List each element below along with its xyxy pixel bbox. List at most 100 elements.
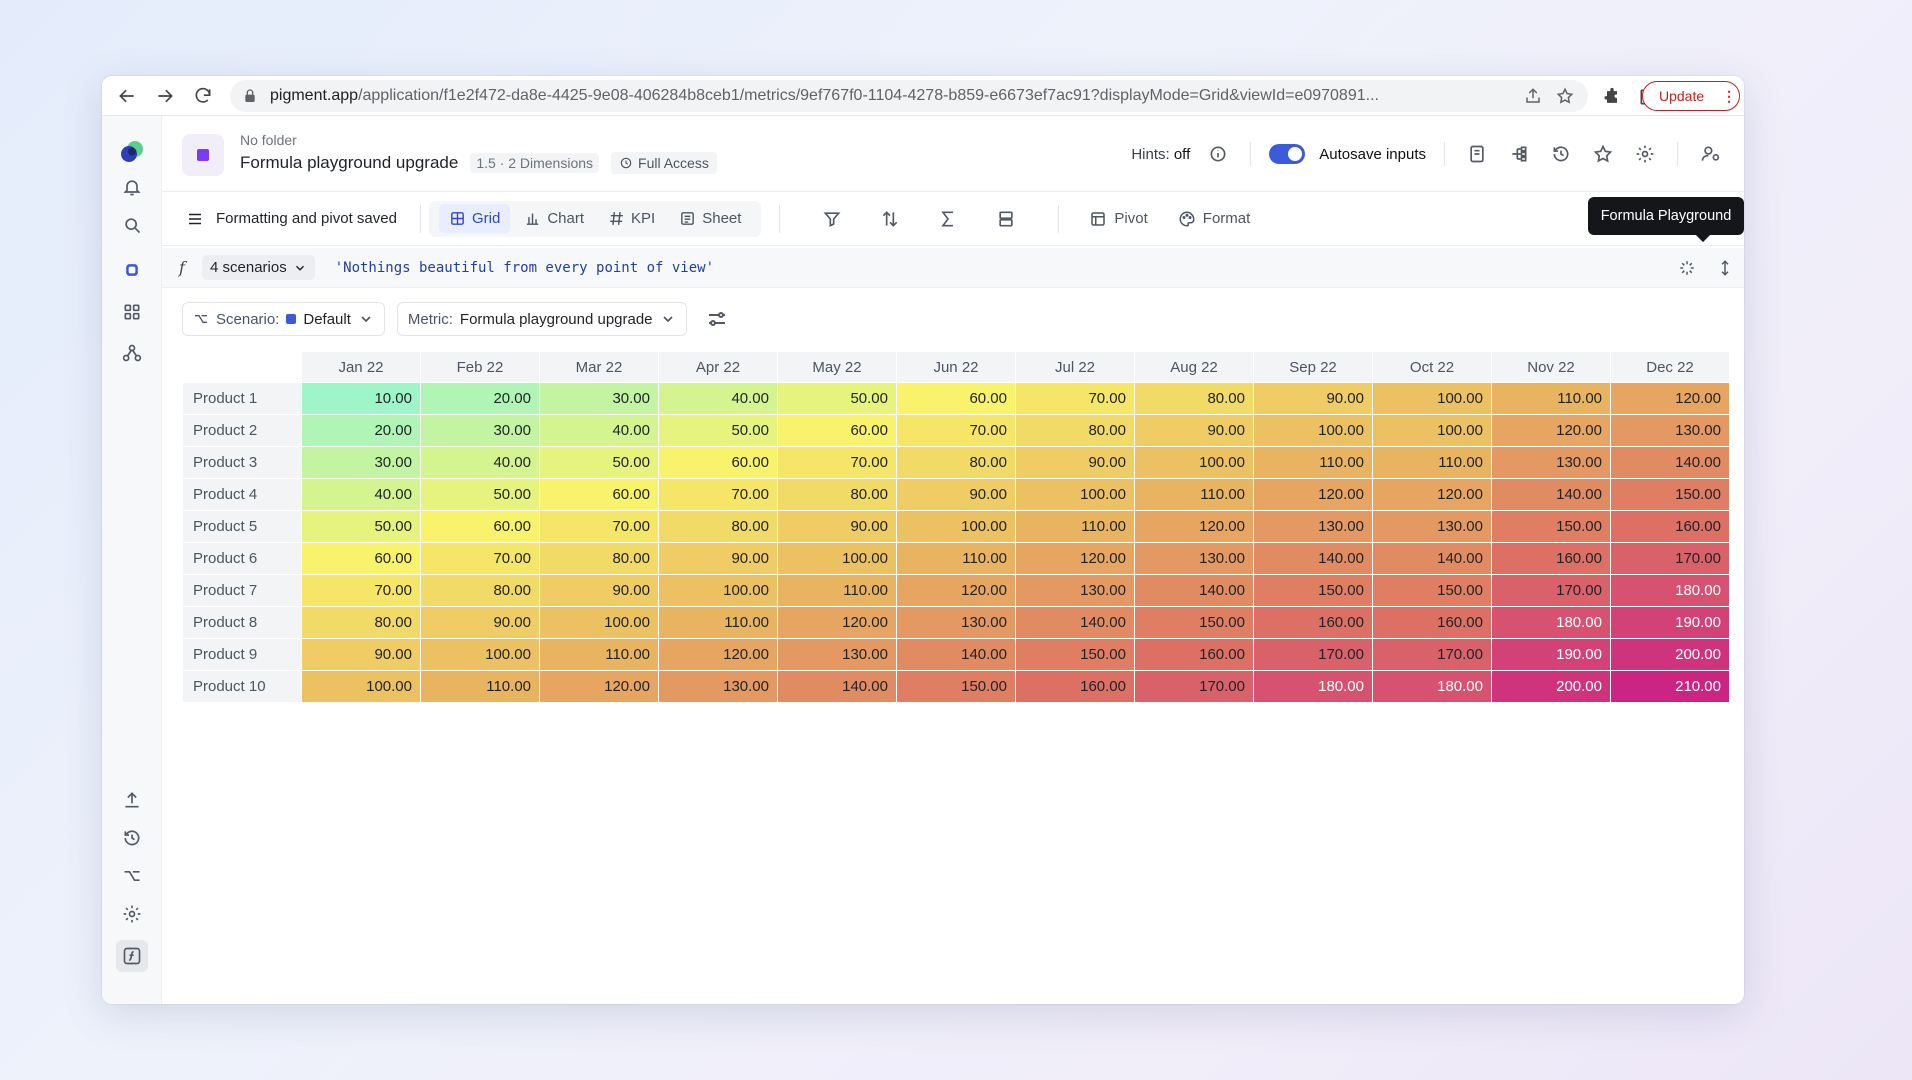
- table-cell[interactable]: 130.00: [1015, 574, 1135, 607]
- column-header[interactable]: Apr 22: [658, 351, 778, 383]
- table-cell[interactable]: 60.00: [420, 510, 540, 543]
- table-cell[interactable]: 180.00: [1491, 606, 1611, 639]
- row-header[interactable]: Product 7: [182, 574, 302, 607]
- sort-icon[interactable]: [878, 207, 902, 231]
- pivot-button[interactable]: Pivot: [1089, 210, 1148, 228]
- table-cell[interactable]: 70.00: [420, 542, 540, 575]
- format-button[interactable]: Format: [1178, 210, 1250, 228]
- table-cell[interactable]: 120.00: [896, 574, 1016, 607]
- table-cell[interactable]: 100.00: [420, 638, 540, 671]
- table-cell[interactable]: 70.00: [301, 574, 421, 607]
- table-cell[interactable]: 90.00: [301, 638, 421, 671]
- table-cell[interactable]: 100.00: [1015, 478, 1135, 511]
- table-cell[interactable]: 200.00: [1610, 638, 1730, 671]
- table-cell[interactable]: 140.00: [777, 670, 897, 703]
- table-cell[interactable]: 90.00: [1015, 446, 1135, 479]
- table-cell[interactable]: 80.00: [1134, 382, 1254, 415]
- table-cell[interactable]: 150.00: [1610, 478, 1730, 511]
- table-cell[interactable]: 110.00: [1015, 510, 1135, 543]
- table-cell[interactable]: 130.00: [1253, 510, 1373, 543]
- table-cell[interactable]: 110.00: [1134, 478, 1254, 511]
- table-cell[interactable]: 160.00: [1015, 670, 1135, 703]
- sliders-icon[interactable]: [705, 307, 729, 331]
- table-cell[interactable]: 150.00: [1134, 606, 1254, 639]
- table-cell[interactable]: 140.00: [1610, 446, 1730, 479]
- tab-grid[interactable]: Grid: [439, 204, 511, 233]
- table-cell[interactable]: 100.00: [658, 574, 778, 607]
- pigment-logo-icon[interactable]: [118, 138, 146, 166]
- table-cell[interactable]: 180.00: [1610, 574, 1730, 607]
- table-cell[interactable]: 170.00: [1491, 574, 1611, 607]
- scenario-selector[interactable]: Scenario: Default: [182, 302, 385, 336]
- column-header[interactable]: Sep 22: [1253, 351, 1373, 383]
- column-header[interactable]: Jul 22: [1015, 351, 1135, 383]
- table-cell[interactable]: 70.00: [539, 510, 659, 543]
- table-cell[interactable]: 110.00: [1491, 382, 1611, 415]
- table-cell[interactable]: 70.00: [658, 478, 778, 511]
- table-cell[interactable]: 120.00: [1610, 382, 1730, 415]
- table-cell[interactable]: 130.00: [1610, 414, 1730, 447]
- table-cell[interactable]: 30.00: [539, 382, 659, 415]
- back-icon[interactable]: [108, 77, 146, 115]
- table-cell[interactable]: 190.00: [1610, 606, 1730, 639]
- settings-icon[interactable]: [120, 902, 144, 926]
- table-cell[interactable]: 120.00: [1253, 478, 1373, 511]
- table-cell[interactable]: 180.00: [1372, 670, 1492, 703]
- column-header[interactable]: Nov 22: [1491, 351, 1611, 383]
- table-cell[interactable]: 160.00: [1372, 606, 1492, 639]
- table-cell[interactable]: 60.00: [301, 542, 421, 575]
- table-cell[interactable]: 160.00: [1134, 638, 1254, 671]
- column-header[interactable]: Mar 22: [539, 351, 659, 383]
- row-header[interactable]: Product 4: [182, 478, 302, 511]
- table-cell[interactable]: 150.00: [1253, 574, 1373, 607]
- reload-icon[interactable]: [184, 77, 222, 115]
- table-cell[interactable]: 30.00: [420, 414, 540, 447]
- table-cell[interactable]: 110.00: [1372, 446, 1492, 479]
- filter-icon[interactable]: [820, 207, 844, 231]
- row-header[interactable]: Product 8: [182, 606, 302, 639]
- table-cell[interactable]: 20.00: [420, 382, 540, 415]
- view-menu-button[interactable]: Formatting and pivot saved: [162, 210, 420, 228]
- table-cell[interactable]: 130.00: [896, 606, 1016, 639]
- table-cell[interactable]: 70.00: [1015, 382, 1135, 415]
- info-icon[interactable]: [1204, 140, 1232, 168]
- row-header[interactable]: Product 6: [182, 542, 302, 575]
- upload-icon[interactable]: [120, 788, 144, 812]
- table-cell[interactable]: 60.00: [658, 446, 778, 479]
- table-cell[interactable]: 150.00: [1015, 638, 1135, 671]
- table-cell[interactable]: 170.00: [1610, 542, 1730, 575]
- row-header[interactable]: Product 1: [182, 382, 302, 415]
- table-cell[interactable]: 90.00: [420, 606, 540, 639]
- metric-selector[interactable]: Metric: Formula playground upgrade: [396, 302, 687, 336]
- notifications-icon[interactable]: [120, 175, 144, 199]
- table-cell[interactable]: 50.00: [539, 446, 659, 479]
- column-header[interactable]: Feb 22: [420, 351, 540, 383]
- table-cell[interactable]: 160.00: [1491, 542, 1611, 575]
- table-cell[interactable]: 170.00: [1134, 670, 1254, 703]
- column-header[interactable]: Oct 22: [1372, 351, 1492, 383]
- table-cell[interactable]: 30.00: [301, 446, 421, 479]
- history-icon[interactable]: [1547, 140, 1575, 168]
- table-cell[interactable]: 10.00: [301, 382, 421, 415]
- table-cell[interactable]: 70.00: [896, 414, 1016, 447]
- table-cell[interactable]: 90.00: [1134, 414, 1254, 447]
- table-cell[interactable]: 150.00: [896, 670, 1016, 703]
- table-cell[interactable]: 90.00: [658, 542, 778, 575]
- table-cell[interactable]: 90.00: [539, 574, 659, 607]
- history-icon[interactable]: [120, 826, 144, 850]
- table-cell[interactable]: 100.00: [1253, 414, 1373, 447]
- tab-chart[interactable]: Chart: [514, 204, 594, 233]
- table-cell[interactable]: 120.00: [1491, 414, 1611, 447]
- forward-icon[interactable]: [146, 77, 184, 115]
- table-cell[interactable]: 80.00: [301, 606, 421, 639]
- star-icon[interactable]: [1556, 87, 1574, 105]
- search-icon[interactable]: [120, 213, 144, 237]
- table-cell[interactable]: 130.00: [658, 670, 778, 703]
- table-cell[interactable]: 120.00: [777, 606, 897, 639]
- access-badge[interactable]: Full Access: [611, 152, 717, 174]
- table-cell[interactable]: 40.00: [658, 382, 778, 415]
- table-cell[interactable]: 50.00: [420, 478, 540, 511]
- address-bar[interactable]: pigment.app/application/f1e2f472-da8e-44…: [230, 80, 1588, 112]
- table-cell[interactable]: 200.00: [1491, 670, 1611, 703]
- scenarios-dropdown[interactable]: 4 scenarios: [202, 255, 315, 280]
